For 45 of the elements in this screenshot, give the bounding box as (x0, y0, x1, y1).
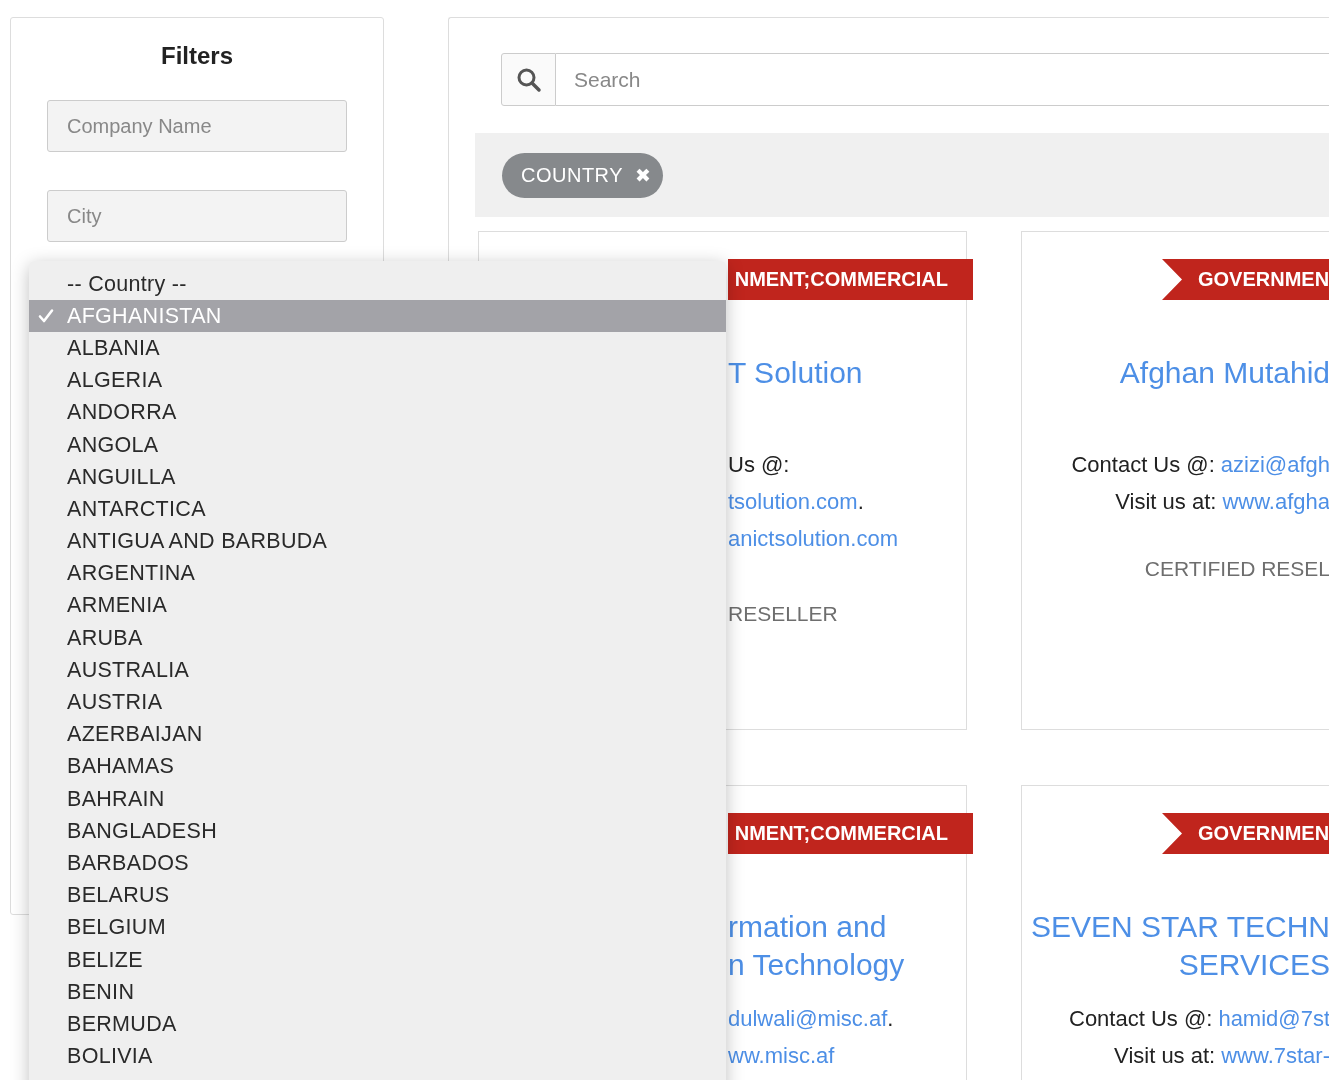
contact-label: Contact Us @: (1071, 451, 1215, 479)
filter-chip[interactable]: COUNTRY ✖ (502, 152, 663, 198)
punctuation: . (887, 1005, 894, 1033)
certification-label: CERTIFIED RESEL (1144, 556, 1329, 582)
country-option[interactable]: ARUBA (29, 622, 726, 655)
filter-field[interactable]: City (47, 190, 347, 242)
country-option[interactable]: AUSTRALIA (29, 654, 726, 687)
country-option[interactable]: BOLIVIA (29, 1040, 726, 1073)
country-option[interactable]: BAHAMAS (29, 750, 726, 783)
country-option[interactable]: ANTIGUA AND BARBUDA (29, 525, 726, 558)
filter-field[interactable]: Company Name (47, 100, 347, 152)
search-button[interactable] (501, 53, 556, 106)
country-option[interactable]: ANDORRA (29, 396, 726, 429)
country-option[interactable]: BELIZE (29, 943, 726, 977)
filters-title: Filters (161, 42, 233, 70)
category-ribbon: GOVERNMEN (1162, 813, 1329, 854)
country-option[interactable]: ALGERIA (29, 364, 726, 397)
search-icon (515, 66, 542, 93)
check-icon (38, 308, 54, 325)
country-option[interactable]: AUSTRIA (29, 686, 726, 719)
search-field[interactable]: Search (556, 53, 1329, 106)
category-ribbon: NMENT;COMMERCIAL (728, 813, 973, 854)
country-option[interactable]: ARMENIA (29, 589, 726, 623)
country-option[interactable]: BAHRAIN (29, 783, 726, 816)
category-ribbon: GOVERNMEN (1162, 259, 1329, 300)
country-option[interactable]: -- Country -- (29, 268, 726, 301)
country-option[interactable]: ANGOLA (29, 428, 726, 462)
contact-label: Us @: (728, 451, 790, 479)
country-option[interactable]: ANTARCTICA (29, 493, 726, 526)
certification-label: RESELLER (728, 601, 838, 627)
country-option[interactable]: ARGENTINA (29, 557, 726, 590)
country-option[interactable]: BANGLADESH (29, 815, 726, 848)
punctuation: . (857, 488, 864, 516)
country-option[interactable]: ALBANIA (29, 332, 726, 365)
country-option[interactable]: ANGUILLA (29, 461, 726, 494)
country-option[interactable]: BELARUS (29, 879, 726, 912)
country-option[interactable]: BERMUDA (29, 1008, 726, 1041)
country-option[interactable]: BELGIUM (29, 911, 726, 944)
category-ribbon: NMENT;COMMERCIAL (728, 259, 973, 300)
contact-label: Contact Us @: (1069, 1005, 1213, 1033)
country-option[interactable]: BARBADOS (29, 847, 726, 880)
contact-label: Visit us at: (1114, 1042, 1216, 1070)
country-option[interactable]: BENIN (29, 976, 726, 1009)
contact-label: Visit us at: (1115, 488, 1217, 516)
country-option[interactable]: AZERBAIJAN (29, 718, 726, 751)
